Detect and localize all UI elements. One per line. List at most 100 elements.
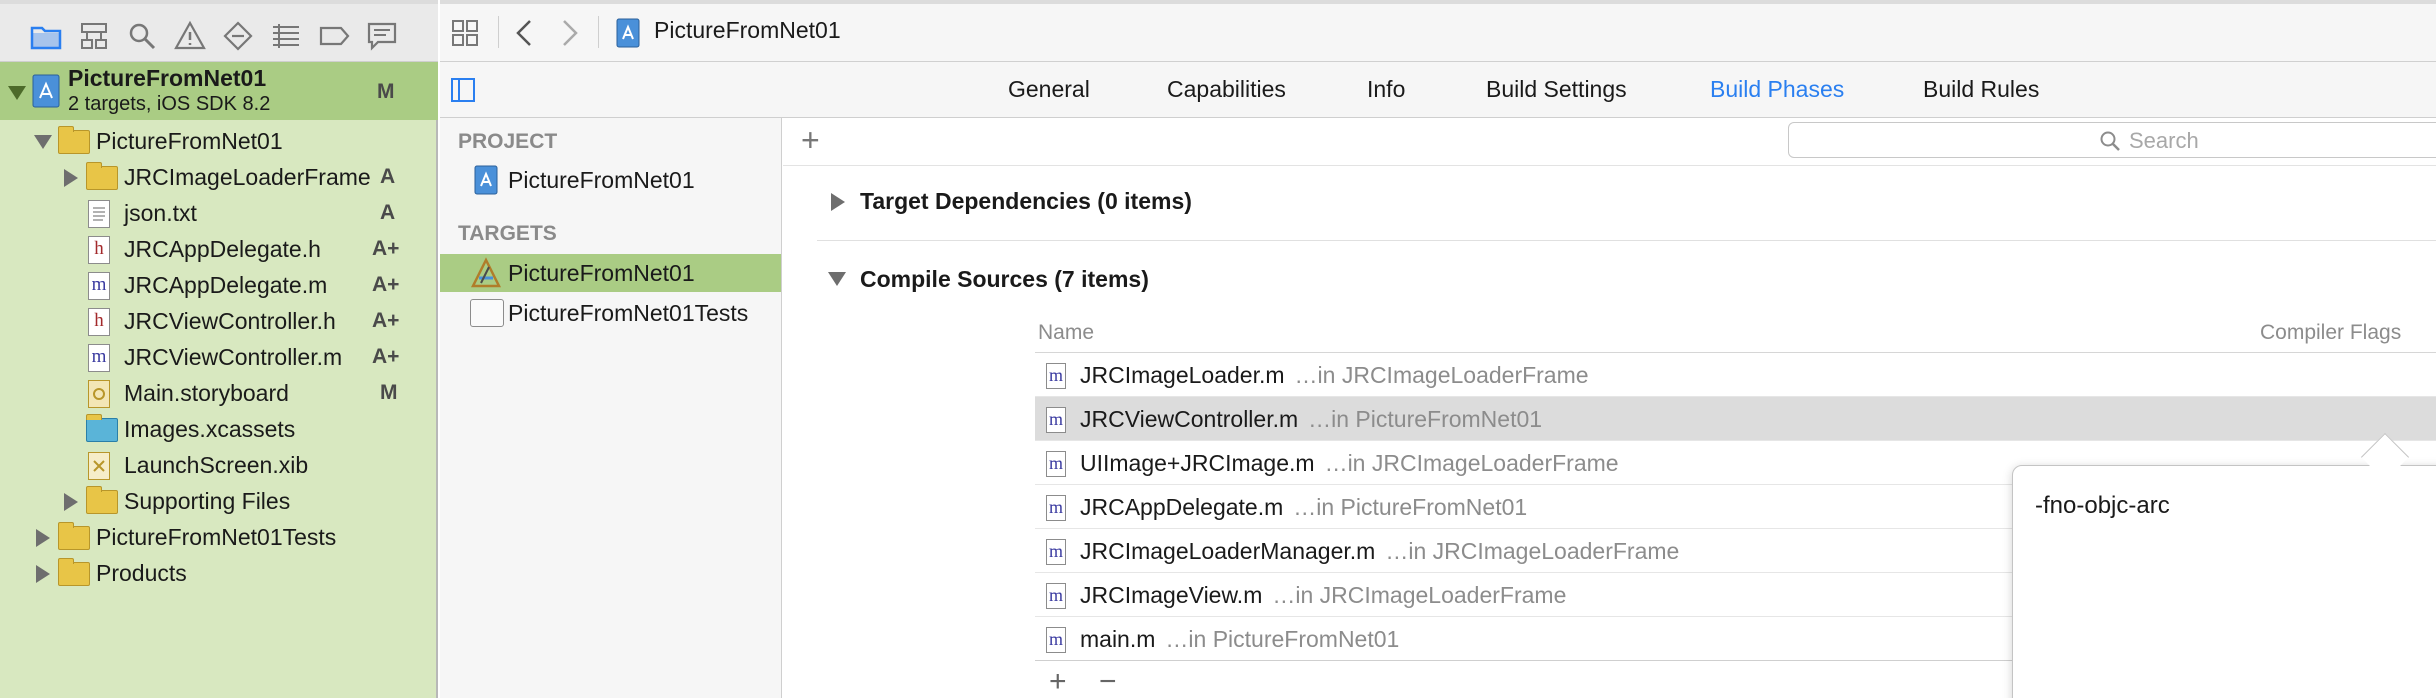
targets-list: PROJECT PictureFromNet01 TARGETS Picture… [440,118,782,698]
breadcrumb[interactable]: PictureFromNet01 [654,17,841,44]
project-file-icon [474,165,498,195]
tab-build-rules[interactable]: Build Rules [1923,76,2039,103]
source-file-name: main.m [1080,626,1156,652]
compiler-flags-popover[interactable]: -fno-objc-arc [2012,465,2436,698]
navigator-toolbar [0,0,438,62]
nav-item-label: Products [96,560,187,586]
report-navigator-icon[interactable] [366,20,398,52]
nav-item-group[interactable]: Supporting Files [0,484,438,520]
nav-item-label: json.txt [124,200,197,226]
folder-icon [86,162,118,190]
nav-item-label: LaunchScreen.xib [124,452,309,478]
folder-icon [58,558,90,586]
objc-file-icon: m [1046,583,1066,609]
compile-sources-header[interactable]: Compile Sources (7 items) [860,266,1149,293]
disclosure-triangle-icon[interactable] [8,86,26,100]
objc-file-icon: m [1046,407,1066,433]
project-list-item[interactable]: PictureFromNet01 [440,161,781,199]
nav-item-group[interactable]: Products [0,556,438,592]
debug-navigator-icon[interactable] [270,20,302,52]
source-file-location: …in PictureFromNet01 [1165,626,1400,652]
app-target-icon [470,257,502,289]
target-dependencies-header[interactable]: Target Dependencies (0 items) [860,188,1192,215]
project-row[interactable]: PictureFromNet01 2 targets, iOS SDK 8.2 … [0,62,438,120]
related-items-grid-icon[interactable] [450,18,480,48]
disclosure-triangle-icon[interactable] [64,493,78,511]
search-icon [2099,130,2121,152]
disclosure-triangle-icon[interactable] [36,565,50,583]
disclosure-triangle-icon[interactable] [828,272,846,286]
disclosure-triangle-icon[interactable] [34,135,52,149]
source-file-location: …in JRCImageLoaderFrame [1324,450,1619,476]
target-list-label: PictureFromNet01 [508,260,695,286]
editor-tab-bar: General Capabilities Info Build Settings… [440,62,2436,118]
toggle-targets-list-icon[interactable] [450,77,476,103]
folder-icon [58,126,90,154]
disclosure-triangle-icon[interactable] [36,529,50,547]
xib-file-icon [88,452,110,480]
source-file-location: …in JRCImageLoaderFrame [1272,582,1567,608]
objc-file-icon: m [1046,495,1066,521]
breakpoint-navigator-icon[interactable] [318,20,350,52]
header-file-icon: h [88,236,110,264]
nav-item-file[interactable]: m JRCViewController.m A+ [0,340,438,376]
disclosure-triangle-icon[interactable] [64,169,78,187]
nav-item-group[interactable]: PictureFromNet01Tests [0,520,438,556]
header-file-icon: h [88,308,110,336]
nav-item-file[interactable]: Main.storyboard M [0,376,438,412]
add-source-button[interactable]: + [1049,666,1067,698]
nav-item-file[interactable]: m JRCAppDelegate.m A+ [0,268,438,304]
tab-capabilities[interactable]: Capabilities [1167,76,1286,103]
project-file-icon [616,18,640,48]
targets-section-header: TARGETS [458,222,557,245]
nav-item-group[interactable]: JRCImageLoaderFrame A [0,160,438,196]
symbol-navigator-icon[interactable] [78,20,110,52]
project-name: PictureFromNet01 [68,65,267,91]
nav-item-label: JRCAppDelegate.m [124,272,328,298]
nav-item-file[interactable]: LaunchScreen.xib [0,448,438,484]
nav-item-label: PictureFromNet01Tests [96,524,337,550]
test-navigator-icon[interactable] [222,20,254,52]
column-header-compiler-flags[interactable]: Compiler Flags [2260,321,2401,345]
nav-item-group[interactable]: PictureFromNet01 [0,124,438,160]
add-build-phase-button[interactable]: + [801,122,820,158]
text-file-icon [88,200,110,228]
nav-item-file[interactable]: h JRCAppDelegate.h A+ [0,232,438,268]
project-subtitle: 2 targets, iOS SDK 8.2 [68,93,271,115]
test-bundle-icon [470,299,504,327]
tab-info[interactable]: Info [1367,76,1405,103]
scm-status-badge: A [380,201,396,224]
issue-navigator-icon[interactable] [174,20,206,52]
forward-chevron-icon[interactable] [556,18,582,48]
objc-file-icon: m [88,272,110,300]
project-list-label: PictureFromNet01 [508,167,695,193]
project-navigator-icon[interactable] [30,20,62,52]
find-navigator-icon[interactable] [126,20,158,52]
objc-file-icon: m [1046,627,1066,653]
table-row[interactable]: m JRCViewController.m …in PictureFromNet0… [1035,397,2436,441]
back-chevron-icon[interactable] [512,18,538,48]
disclosure-triangle-icon[interactable] [831,193,845,211]
nav-item-file[interactable]: Images.xcassets [0,412,438,448]
toolbar-divider [498,16,499,48]
target-list-item[interactable]: PictureFromNet01 [440,254,781,292]
search-placeholder: Search [2129,128,2199,153]
tab-build-settings[interactable]: Build Settings [1486,76,1627,103]
tab-build-phases[interactable]: Build Phases [1710,76,1844,103]
tab-general[interactable]: General [1008,76,1090,103]
table-row[interactable]: m JRCImageLoader.m …in JRCImageLoaderFram… [1035,353,2436,397]
folder-icon [58,522,90,550]
source-file-name: JRCAppDelegate.m [1080,494,1284,520]
nav-item-label: JRCViewController.h [124,308,336,334]
nav-item-file[interactable]: h JRCViewController.h A+ [0,304,438,340]
objc-file-icon: m [1046,363,1066,389]
search-field[interactable]: Search [1788,122,2436,158]
scm-status-badge: A+ [372,273,400,296]
compiler-flags-input[interactable]: -fno-objc-arc [2035,492,2170,520]
jump-bar: PictureFromNet01 [440,0,2436,62]
target-list-item[interactable]: PictureFromNet01Tests [440,294,781,332]
remove-source-button[interactable]: − [1099,666,1117,698]
nav-item-label: Images.xcassets [124,416,296,442]
nav-item-file[interactable]: json.txt A [0,196,438,232]
column-header-name[interactable]: Name [1038,321,1094,345]
